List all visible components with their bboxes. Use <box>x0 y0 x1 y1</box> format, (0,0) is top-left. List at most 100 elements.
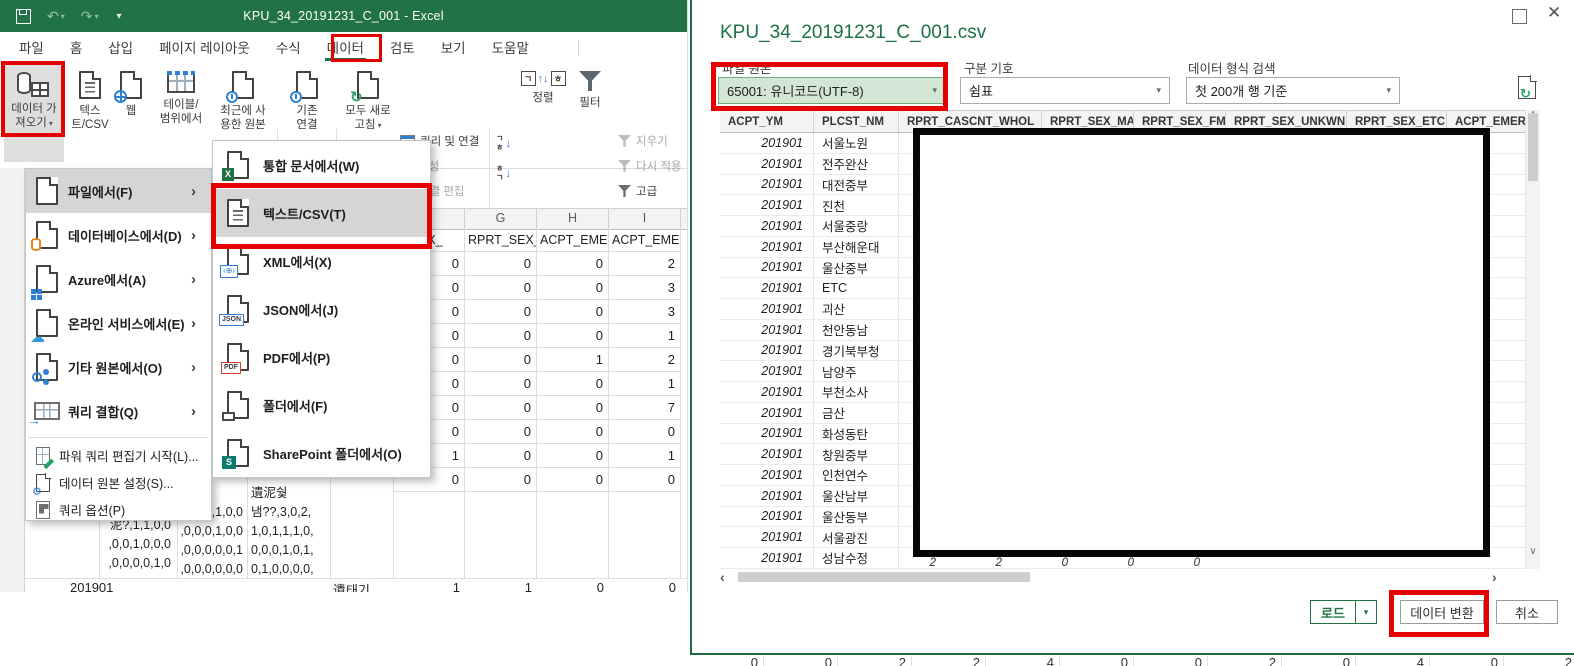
submenu-chevron-icon: › <box>191 183 211 200</box>
preview-cell-ym: 201901 <box>720 320 814 340</box>
partial-value: 0 <box>1002 557 1068 569</box>
sheet-row: 0 0 0 1 <box>393 372 681 396</box>
preview-cell-ym: 201901 <box>720 216 814 236</box>
background-cell: 0 <box>1060 655 1134 666</box>
ribbon-tab[interactable]: 도움말 <box>479 32 542 62</box>
existing-connections-icon <box>296 71 318 99</box>
column-header[interactable]: H <box>537 208 609 228</box>
sheet-cell: 0 <box>609 420 681 444</box>
cancel-button[interactable]: 취소 <box>1496 600 1558 624</box>
ribbon-tab[interactable]: 삽입 <box>95 32 146 62</box>
type-detect-value: 첫 200개 행 기준 <box>1195 81 1287 100</box>
preview-cell-name: 대전중부 <box>814 175 899 195</box>
sheet-cell: 7 <box>609 396 681 420</box>
scrollbar-thumb[interactable] <box>738 572 1030 582</box>
partial-cell-text: 201901 <box>70 580 113 592</box>
submenu-chevron-icon: › <box>191 227 211 244</box>
sheet-cell: 0 <box>465 420 537 444</box>
horizontal-scrollbar[interactable]: ‹ › <box>720 570 1510 584</box>
ribbon-tab[interactable]: 검토 <box>377 32 428 62</box>
sheet-row: 0 0 0 0 <box>393 468 681 492</box>
submenu-item[interactable]: PDF에서(P) <box>213 333 430 381</box>
scrollbar-thumb[interactable] <box>1528 113 1538 181</box>
scroll-left-icon[interactable]: ‹ <box>720 569 725 585</box>
sheet-row: 0 0 1 2 <box>393 348 681 372</box>
menu-item[interactable]: 데이터베이스에서(D) › <box>26 213 211 257</box>
ribbon-tab[interactable]: 수식 <box>263 32 314 62</box>
menu-item[interactable]: 데이터 원본 설정(S)... <box>26 469 211 496</box>
partial-value: 2 <box>870 557 936 569</box>
delimiter-select[interactable]: 쉼표 ▾ <box>960 77 1170 104</box>
ribbon-tab[interactable]: 페이지 레이아웃 <box>146 32 263 62</box>
ribbon-tab[interactable]: 보기 <box>428 32 479 62</box>
sheet-cell: 0 <box>537 276 609 300</box>
submenu-item[interactable]: 폴더에서(F) <box>213 381 430 429</box>
caret-down-icon: ▾ <box>378 121 382 130</box>
menu-item[interactable]: 파워 쿼리 편집기 시작(L)... <box>26 442 211 469</box>
sort-button[interactable]: ㄱ↑↓ㅎ 정렬 <box>521 64 565 162</box>
scroll-right-icon[interactable]: › <box>1492 569 1497 585</box>
sort-descending-button[interactable]: ㅎㄱ ↓ <box>496 164 511 182</box>
sheet-cell: 0 <box>465 252 537 276</box>
preview-cell-name: 서울중랑 <box>814 216 899 236</box>
menu-item[interactable]: 기타 원본에서(O) › <box>26 345 211 389</box>
menu-item[interactable]: 쿼리 옵션(P) <box>26 496 211 523</box>
preview-cell-ym: 201901 <box>720 237 814 257</box>
menu-item-icon <box>36 221 58 249</box>
csv-import-dialog: ✕ KPU_34_20191231_C_001.csv 파일 원본 구분 기호 … <box>690 0 1574 655</box>
file-origin-select[interactable]: 65001: 유니코드(UTF-8) ▾ <box>718 77 946 104</box>
submenu-item-label: PDF에서(P) <box>263 348 430 367</box>
sheet-header-row: T_SEX_RPRT_SEX_ACPT_EMEACPT_EME <box>393 228 681 252</box>
refresh-all-icon <box>357 71 379 99</box>
submenu-item[interactable]: SharePoint 폴더에서(O) <box>213 429 430 477</box>
type-detect-select[interactable]: 첫 200개 행 기준 ▾ <box>1186 77 1400 104</box>
menu-item-icon <box>36 177 58 205</box>
ribbon-tab[interactable]: 데이터 <box>314 32 377 62</box>
menu-item[interactable]: 파일에서(F) › <box>26 169 211 213</box>
down-arrow-icon: ↓ <box>505 166 511 180</box>
sheet-cell: 0 <box>465 300 537 324</box>
get-data-button[interactable]: 데이터 가져오기▾ <box>4 64 64 162</box>
submenu-item[interactable]: 텍스트/CSV(T) <box>213 189 430 237</box>
scroll-down-icon[interactable]: ∨ <box>1526 546 1540 557</box>
from-web-button[interactable]: 웹 <box>112 64 150 162</box>
vertical-scrollbar[interactable]: ∧ ∨ <box>1525 110 1540 569</box>
menu-item[interactable]: 쿼리 결합(Q) › <box>26 389 211 433</box>
ribbon-tab[interactable]: 파일 <box>6 32 57 62</box>
tab-separator <box>578 40 579 56</box>
background-cell: 2 <box>912 655 986 666</box>
close-icon[interactable]: ✕ <box>1547 3 1561 23</box>
submenu-item[interactable]: 통합 문서에서(W) <box>213 141 430 189</box>
advanced-filter-button[interactable]: 고급 <box>618 180 657 202</box>
transform-data-button[interactable]: 데이터 변환 <box>1400 600 1484 624</box>
maximize-icon[interactable] <box>1512 9 1527 24</box>
gridline <box>330 478 331 578</box>
advanced-filter-icon <box>618 185 631 197</box>
sheet-cell: 1 <box>609 372 681 396</box>
submenu-item[interactable]: XML에서(X) <box>213 237 430 285</box>
menu-item[interactable]: Azure에서(A) › <box>26 257 211 301</box>
column-header[interactable]: I <box>609 208 681 228</box>
load-button[interactable]: 로드 <box>1310 600 1356 624</box>
sheet-cell: 1 <box>609 324 681 348</box>
chevron-down-icon: ▾ <box>1156 85 1161 96</box>
ribbon-tab[interactable]: 홈 <box>57 32 95 62</box>
column-header[interactable]: G <box>465 208 537 228</box>
garbled-line: ,0,0,0,0,0,0 <box>177 560 243 579</box>
load-split-caret[interactable]: ▾ <box>1355 600 1377 624</box>
menu-item-label: 데이터 원본 설정(S)... <box>59 473 174 492</box>
sheet-row: 0 0 0 3 <box>393 300 681 324</box>
submenu-item-label: 통합 문서에서(W) <box>263 156 430 175</box>
submenu-item-icon <box>227 391 249 419</box>
submenu-item[interactable]: JSON에서(J) <box>213 285 430 333</box>
from-table-range-button[interactable]: 테이블/범위에서 <box>150 64 212 162</box>
sort-ascending-button[interactable]: ㄱㅎ ↓ <box>496 134 511 152</box>
menu-item-label: 쿼리 결합(Q) <box>68 402 191 421</box>
from-text-csv-button[interactable]: 텍스트/CSV <box>68 64 112 162</box>
preview-cell-name: 부천소사 <box>814 382 899 402</box>
filter-button[interactable]: 필터 <box>568 64 612 162</box>
preview-cell-ym: 201901 <box>720 299 814 319</box>
preview-cell-name: 서울광진 <box>814 527 899 547</box>
refresh-preview-icon[interactable] <box>1518 76 1536 99</box>
menu-item[interactable]: 온라인 서비스에서(E) › <box>26 301 211 345</box>
